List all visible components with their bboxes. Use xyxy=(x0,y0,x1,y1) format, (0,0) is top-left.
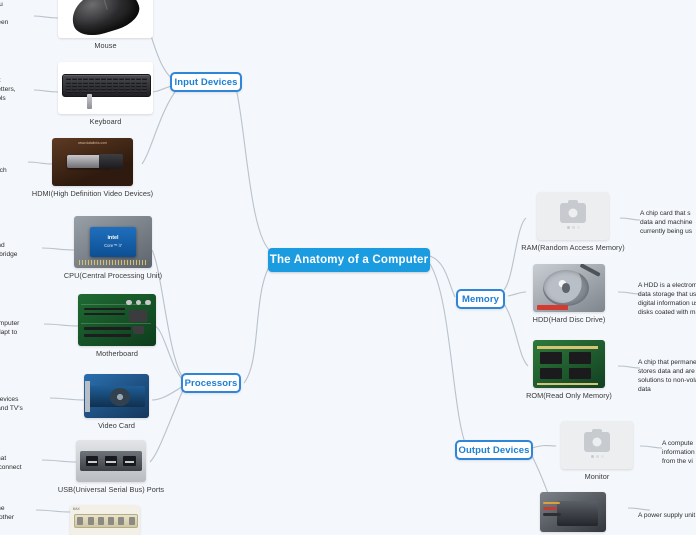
note-ram: A chip card that s data and machine curr… xyxy=(640,210,693,235)
note-videocard: onsible to isplay to devices rojectors a… xyxy=(0,396,23,412)
psu-photo xyxy=(540,492,606,532)
leaf-hdmi[interactable]: www.datalinks.com HDMI(High Definition V… xyxy=(32,138,153,198)
leaf-keyboard[interactable]: Keyboard xyxy=(58,62,153,126)
leaf-caption: USB(Universal Serial Bus) Ports xyxy=(57,485,165,494)
note-hdd: A HDD is a electrome data storage that u… xyxy=(638,282,696,316)
connector-photo: MAX xyxy=(70,505,140,535)
rom-photo xyxy=(533,340,605,388)
image-placeholder-icon xyxy=(584,429,610,452)
hdd-photo xyxy=(533,264,605,312)
hdmi-photo: www.datalinks.com xyxy=(52,138,133,186)
leaf-psu-partial[interactable] xyxy=(540,492,606,532)
videocard-photo xyxy=(84,374,149,418)
cpu-brand-label: intel xyxy=(107,235,119,242)
leaf-ram[interactable]: RAM(Random Access Memory) xyxy=(521,192,625,252)
branch-input-devices[interactable]: Input Devices xyxy=(170,72,242,92)
note-rom: A chip that permanen stores data and are… xyxy=(638,359,696,393)
leaf-video-card[interactable]: Video Card xyxy=(84,374,149,430)
motherboard-photo xyxy=(78,294,156,346)
leaf-caption: Motherboard xyxy=(96,349,138,358)
leaf-caption: RAM(Random Access Memory) xyxy=(521,243,625,252)
connector-label: MAX xyxy=(72,506,80,511)
branch-memory[interactable]: Memory xyxy=(456,289,505,309)
leaf-caption: HDMI(High Definition Video Devices) xyxy=(31,189,154,198)
cpu-model-label: Core™ i7 xyxy=(104,242,122,248)
leaf-caption: Keyboard xyxy=(89,117,122,126)
note-keyboard: vice that to use letters, d symbols xyxy=(0,77,16,102)
monitor-placeholder xyxy=(561,421,633,469)
leaf-caption: CPU(Central Processing Unit) xyxy=(63,271,163,280)
hdmi-watermark: www.datalinks.com xyxy=(78,140,107,145)
image-placeholder-icon xyxy=(560,200,586,223)
leaf-cpu[interactable]: intel Core™ i7 CPU(Central Processing Un… xyxy=(64,216,162,280)
note-cpu: mputer, rations and the Northbridge xyxy=(0,242,18,258)
note-monitor: A compute information from the vi xyxy=(662,440,695,465)
leaf-rom[interactable]: ROM(Read Only Memory) xyxy=(526,340,612,400)
keyboard-photo xyxy=(58,62,153,114)
leaf-caption: Mouse xyxy=(94,41,117,50)
note-hdmi: t d uch xyxy=(0,167,7,174)
root-node[interactable]: The Anatomy of a Computer xyxy=(268,248,430,272)
mouse-photo xyxy=(58,0,153,38)
leaf-hdd[interactable]: HDD(Hard Disc Drive) xyxy=(533,264,605,324)
leaf-caption: Monitor xyxy=(584,472,610,481)
leaf-caption: ROM(Read Only Memory) xyxy=(526,391,612,400)
leaf-usb-ports[interactable]: USB(Universal Serial Bus) Ports xyxy=(58,440,164,494)
leaf-caption: Video Card xyxy=(98,421,135,430)
note-psu: A power supply unit xyxy=(638,512,696,519)
usb-photo xyxy=(76,440,146,482)
leaf-mouse[interactable]: Mouse xyxy=(58,0,153,50)
note-mouse: allows you on the n the screen different xyxy=(0,1,9,26)
ram-placeholder xyxy=(537,192,609,240)
mindmap-canvas: The Anatomy of a Computer Input Devices … xyxy=(0,0,696,535)
leaf-caption: HDD(Hard Disc Drive) xyxy=(532,315,606,324)
branch-output-devices[interactable]: Output Devices xyxy=(455,440,533,460)
note-connector: m the the other xyxy=(0,505,15,521)
leaf-monitor[interactable]: Monitor xyxy=(561,421,633,481)
branch-processors[interactable]: Processors xyxy=(181,373,241,393)
note-usb: rts that s to connect xyxy=(0,455,22,471)
leaf-motherboard[interactable]: Motherboard xyxy=(78,294,156,358)
leaf-connector-partial[interactable]: MAX xyxy=(70,505,140,535)
cpu-photo: intel Core™ i7 xyxy=(74,216,152,268)
note-motherboard: is basically n of the computer ponents a… xyxy=(0,320,20,336)
